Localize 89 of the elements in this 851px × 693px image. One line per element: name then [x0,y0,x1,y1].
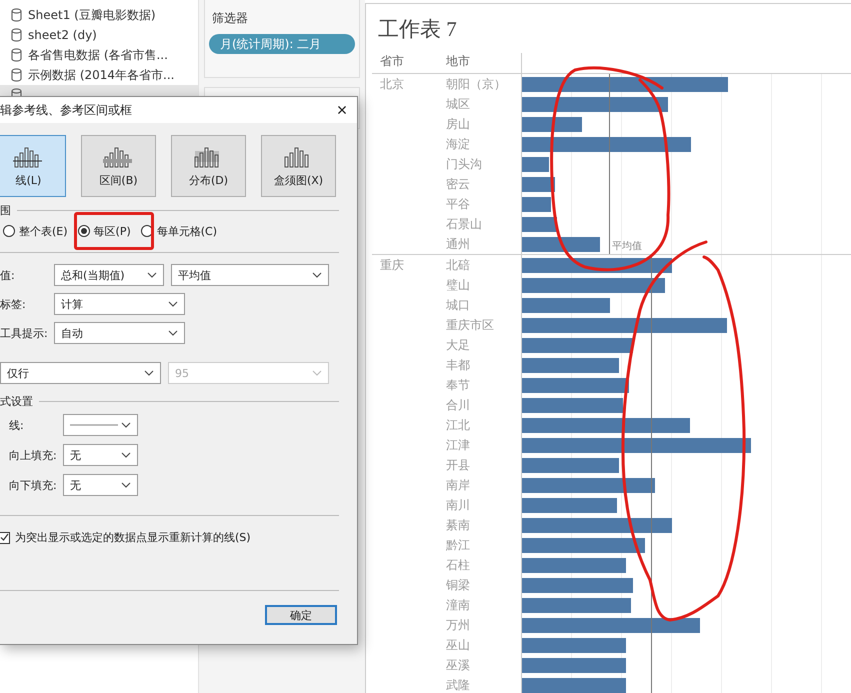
city-label: 丰都 [446,357,470,374]
city-label: 朝阳（京） [446,76,506,93]
city-label: 巫溪 [446,657,470,674]
city-label: 黔江 [446,537,470,554]
filters-title: 筛选器 [212,10,249,27]
data-source-item[interactable]: 各省售电数据 (各省市售... [0,45,198,65]
field-label: 工具提示: [0,326,47,340]
field-label: 标签: [0,296,27,312]
city-label: 奉节 [446,377,470,394]
data-source-item[interactable]: sheet2 (dy) [0,25,198,45]
database-icon [11,68,22,82]
bar [522,216,557,232]
city-label: 石柱 [446,557,470,574]
dropdown[interactable]: 仅行 [0,362,161,384]
city-label: 南岸 [446,477,470,494]
database-icon [11,8,22,22]
chevron-icon [144,370,154,376]
type-button[interactable]: 分布(D) [171,135,246,197]
dialog-title: 辑参考线、参考区间或框 [0,102,132,118]
dropdown[interactable] [63,414,138,436]
bar [522,156,549,172]
column-header: 省市 [380,54,404,68]
city-label: 通州 [446,236,470,253]
chevron-icon [312,370,322,376]
city-label: 璧山 [446,277,470,294]
province-label: 北京 [380,77,404,91]
chevron-icon [312,272,322,278]
province-label: 重庆 [380,258,404,272]
city-label: 南川 [446,497,470,514]
bar [522,176,555,192]
city-label: 城口 [446,297,470,314]
chevron-icon [121,452,131,458]
bar [522,116,582,132]
city-label: 江北 [446,417,470,434]
radio-option[interactable]: 整个表(E) [3,224,68,238]
city-label: 密云 [446,176,470,193]
type-button[interactable]: 区间(B) [81,135,156,197]
city-label: 綦南 [446,517,470,534]
radio-option[interactable]: 每区(P) [78,224,131,238]
city-label: 潼南 [446,597,470,614]
chevron-icon [121,422,131,428]
chevron-icon [147,272,157,278]
section-title: 围 [0,202,11,218]
worksheet-title: 工作表 7 [377,16,458,42]
city-label: 江津 [446,437,470,454]
database-icon [11,48,22,62]
dropdown[interactable]: 平均值 [171,264,329,286]
checkmark-icon [0,533,9,542]
chevron-icon [168,330,178,336]
ok-button[interactable]: 确定 [265,605,337,625]
chevron-icon [121,482,131,488]
recalculate-checkbox[interactable]: 为突出显示或选定的数据点显示重新计算的线(S) [0,530,357,545]
city-label: 平谷 [446,196,470,213]
city-label: 北碚 [446,257,470,274]
radio-option[interactable]: 每单元格(C) [140,224,218,238]
dropdown[interactable]: 自动 [54,322,185,344]
city-label: 合川 [446,397,470,414]
data-source-item[interactable]: Sheet1 (豆瓣电影数据) [0,5,198,25]
city-label: 万州 [446,617,470,634]
bar [522,196,551,212]
dropdown[interactable]: 无 [63,444,138,466]
line-style-icon [70,423,118,427]
close-button[interactable]: × [327,97,357,123]
field-label: 值: [0,268,16,282]
database-icon [11,28,22,42]
city-label: 城区 [446,96,470,113]
chevron-icon [168,301,178,307]
city-label: 石景山 [446,216,482,233]
field-label: 线: [9,418,25,432]
data-source-item[interactable]: 示例数据 (2014年各省市... [0,65,198,85]
city-label: 门头沟 [446,156,482,173]
reference-line-label: 平均值 [612,240,642,253]
column-header: 地市 [446,54,470,68]
city-label: 海淀 [446,136,470,153]
type-button[interactable]: 线(L) [0,135,66,197]
city-label: 重庆市区 [446,317,494,334]
dropdown[interactable]: 计算 [54,293,185,315]
city-label: 武隆 [446,677,470,693]
dropdown[interactable]: 总和(当期值) [54,264,164,286]
city-label: 大足 [446,337,470,354]
city-label: 巫山 [446,637,470,654]
city-label: 开县 [446,457,470,474]
section-title: 式设置 [0,394,33,408]
field-label: 向下填充: [9,478,58,492]
city-label: 铜梁 [446,577,470,594]
dropdown[interactable]: 无 [63,474,138,496]
field-label: 向上填充: [9,448,58,462]
type-button[interactable]: 盒须图(X) [261,135,336,197]
city-label: 房山 [446,116,470,133]
